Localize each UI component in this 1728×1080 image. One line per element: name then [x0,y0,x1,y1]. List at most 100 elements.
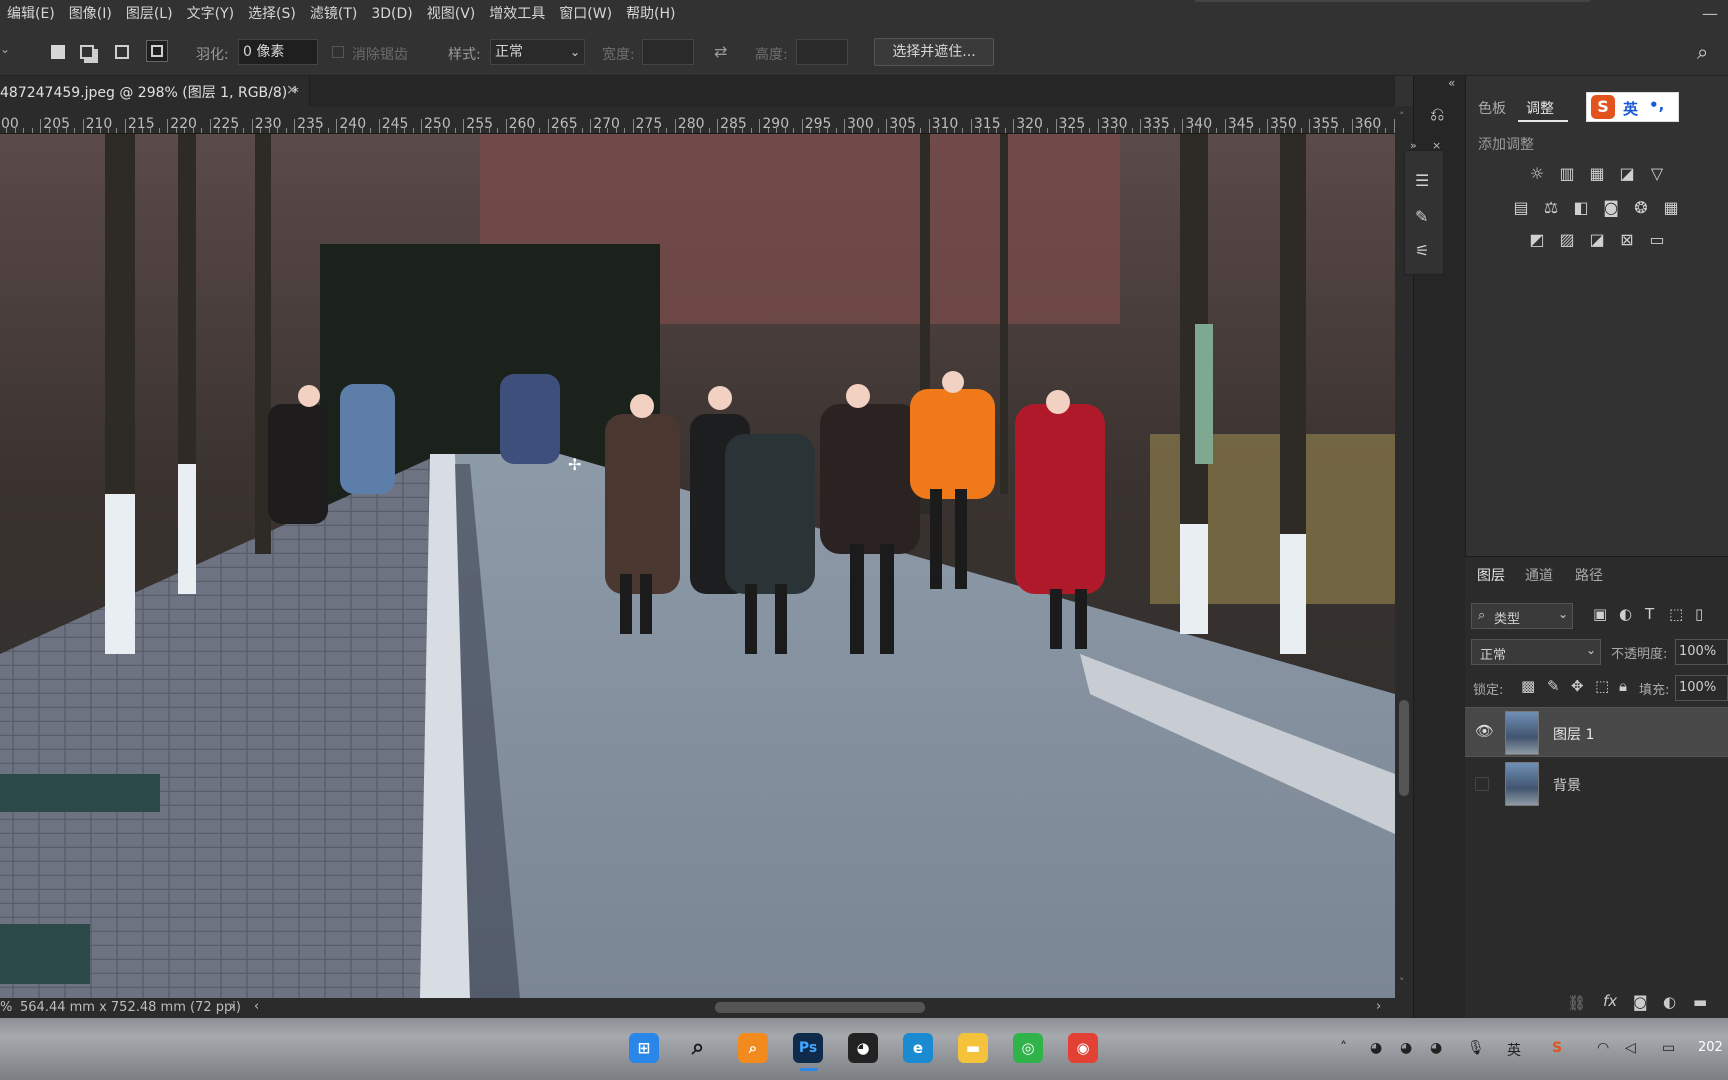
filter-adjustment-icon[interactable]: ◐ [1619,605,1632,623]
chrome-icon[interactable]: ◉ [1068,1033,1098,1063]
tray-mic-icon[interactable]: 🎙︎ [1467,1040,1485,1056]
tray-sogou-icon[interactable]: S [1552,1040,1562,1056]
file-explorer-icon[interactable]: ▬ [958,1033,988,1063]
search-icon[interactable]: ⌕ [1697,40,1708,64]
image-canvas[interactable]: ✢ [0,134,1395,998]
selective-color-icon[interactable]: ⊠ [1616,230,1638,250]
menu-view[interactable]: 视图(V) [420,0,483,28]
wechat-icon[interactable]: ◎ [1013,1033,1043,1063]
wifi-icon[interactable]: ◠ [1597,1040,1609,1056]
style-select[interactable]: 正常 ⌄ [490,39,585,65]
filter-type-icon[interactable]: T [1645,605,1654,623]
new-selection-icon[interactable] [51,45,65,59]
history-icon[interactable]: ⎌ [1430,104,1444,125]
tray-qq2-icon[interactable]: ◕ [1430,1040,1442,1056]
properties-icon[interactable]: ☰ [1415,171,1429,190]
photoshop-taskbar-icon[interactable]: Ps [793,1033,823,1063]
menu-select[interactable]: 选择(S) [241,0,303,28]
lock-position-icon[interactable]: ✥ [1571,677,1584,695]
scroll-right-icon[interactable]: › [1376,999,1381,1014]
intersect-selection-icon[interactable] [146,40,168,62]
select-and-mask-button[interactable]: 选择并遮住... [874,38,994,66]
curves-icon[interactable]: ▦ [1586,164,1608,184]
menu-image[interactable]: 图像(I) [62,0,119,28]
layer-row-layer1[interactable]: 👁︎ 图层 1 [1465,707,1728,757]
black-white-icon[interactable]: ◧ [1570,198,1592,218]
layer-filter-select[interactable]: ⌕ 类型 ⌄ [1471,603,1573,629]
tray-language[interactable]: 英 [1507,1040,1521,1060]
new-group-icon[interactable]: ▬ [1693,993,1707,1011]
add-mask-icon[interactable]: ◙ [1633,993,1648,1011]
swap-icon[interactable]: ⇄ [714,42,727,61]
tray-expand-icon[interactable]: ˄ [1340,1040,1347,1056]
layer-name[interactable]: 图层 1 [1553,724,1594,744]
filter-shape-icon[interactable]: ⬚ [1669,605,1683,623]
scroll-left-icon[interactable]: ‹ [254,999,259,1014]
qq-taskbar-icon[interactable]: ◕ [848,1033,878,1063]
fill-input[interactable]: 100% [1675,675,1728,701]
lock-all-icon[interactable]: 🔒︎ [1619,677,1627,695]
filter-smart-icon[interactable]: ▯ [1695,605,1703,623]
add-selection-icon[interactable] [80,45,94,59]
photo-filter-icon[interactable]: ◙ [1600,198,1622,218]
levels-icon[interactable]: ▥ [1556,164,1578,184]
subtract-selection-icon[interactable] [115,45,129,59]
layer-row-background[interactable]: 背景 [1465,759,1728,809]
scroll-up-icon[interactable]: ˄ [1399,110,1405,123]
status-arrow-icon[interactable]: › [230,999,235,1014]
invert-icon[interactable]: ◩ [1526,230,1548,250]
tab-layers[interactable]: 图层 [1477,565,1505,585]
menu-type[interactable]: 文字(Y) [180,0,241,28]
tool-preset-chevron-icon[interactable]: ⌄ [0,42,10,56]
ime-toolbar[interactable]: S 英 •, [1586,92,1679,122]
close-tab-icon[interactable]: × [286,82,298,98]
filter-pixel-icon[interactable]: ▣ [1593,605,1607,623]
lock-artboard-icon[interactable]: ⬚ [1595,677,1609,695]
feather-input[interactable]: 0 像素 [238,39,318,65]
tab-channels[interactable]: 通道 [1525,565,1553,585]
blend-mode-select[interactable]: 正常 ⌄ [1471,639,1601,665]
layer-visibility-toggle[interactable] [1475,777,1489,791]
menu-3d[interactable]: 3D(D) [364,0,419,28]
adjust-sliders-icon[interactable]: ⚟ [1415,241,1429,260]
zoom-level[interactable]: % [0,1000,12,1015]
color-lookup-icon[interactable]: ▦ [1660,198,1682,218]
windows-start-icon[interactable]: ⊞ [629,1033,659,1063]
tab-paths[interactable]: 路径 [1575,565,1603,585]
minimize-icon[interactable]: — [1702,4,1718,24]
tab-adjustments[interactable]: 调整 [1526,98,1554,118]
volume-icon[interactable]: ◁ [1625,1040,1636,1056]
antialias-checkbox[interactable] [332,46,344,58]
battery-icon[interactable]: ▭ [1662,1040,1675,1056]
brush-settings-icon[interactable]: ✎ [1415,207,1428,226]
edge-browser-icon[interactable]: e [903,1033,933,1063]
channel-mixer-icon[interactable]: ❂ [1630,198,1652,218]
posterize-icon[interactable]: ▨ [1556,230,1578,250]
scroll-down-icon[interactable]: ˅ [1399,976,1405,989]
layer-name[interactable]: 背景 [1553,775,1581,795]
hue-saturation-icon[interactable]: ▤ [1510,198,1532,218]
exposure-icon[interactable]: ◪ [1616,164,1638,184]
vibrance-icon[interactable]: ▽ [1646,164,1668,184]
new-adjustment-icon[interactable]: ◐ [1663,993,1676,1011]
menu-edit[interactable]: 编辑(E) [0,0,62,28]
brightness-icon[interactable]: ☼ [1526,164,1548,184]
magnifier-app-icon[interactable]: ⌕ [738,1033,768,1063]
height-input[interactable] [796,39,848,65]
tab-swatches[interactable]: 色板 [1478,98,1506,118]
search-taskbar-icon[interactable]: ⌕ [683,1033,713,1063]
color-balance-icon[interactable]: ⚖ [1540,198,1562,218]
threshold-icon[interactable]: ◪ [1586,230,1608,250]
fx-icon[interactable]: fx [1603,992,1617,1010]
collapse-panels-icon[interactable]: « [1448,76,1455,90]
close-strip-icon[interactable]: × [1432,139,1441,152]
menu-window[interactable]: 窗口(W) [552,0,619,28]
expand-icon[interactable]: » [1410,139,1417,152]
tray-app-icon[interactable]: ◕ [1370,1040,1382,1056]
link-layers-icon[interactable]: ⛓ [1567,994,1586,1012]
menu-plugins[interactable]: 增效工具 [482,0,552,28]
document-tab[interactable]: 487247459.jpeg @ 298% (图层 1, RGB/8) * × [0,76,310,106]
menu-help[interactable]: 帮助(H) [619,0,682,28]
tray-qq-icon[interactable]: ◕ [1400,1040,1412,1056]
menu-layer[interactable]: 图层(L) [119,0,180,28]
